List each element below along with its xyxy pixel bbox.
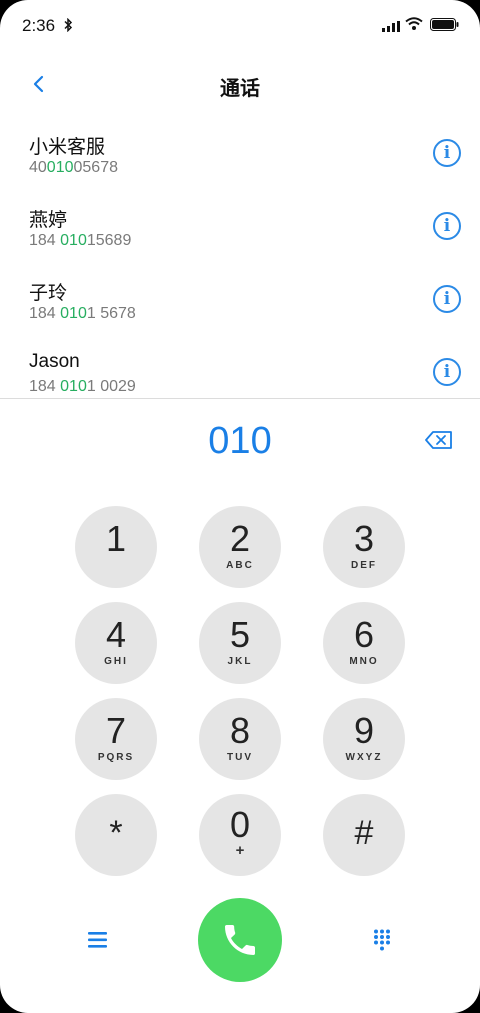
info-icon[interactable]: i bbox=[433, 212, 461, 240]
divider bbox=[0, 398, 480, 399]
signal-icon bbox=[382, 19, 400, 37]
contact-number: 184 01015689 bbox=[29, 232, 132, 249]
number-match-highlight: 010 bbox=[60, 305, 87, 322]
contact-item[interactable]: 小米客服 4001005678 i bbox=[0, 118, 480, 191]
key-digit: 0 bbox=[229, 804, 251, 845]
contact-number: 4001005678 bbox=[29, 159, 118, 176]
key-1[interactable]: 1 bbox=[75, 506, 157, 588]
status-bar: 2:36 bbox=[0, 0, 480, 52]
contact-number: 184 0101 0029 bbox=[29, 378, 136, 395]
key-digit: 8 bbox=[229, 710, 251, 751]
key-digit: 3 bbox=[353, 518, 375, 559]
key-3[interactable]: 3 DEF bbox=[323, 506, 405, 588]
key-letters: DEF bbox=[351, 560, 377, 571]
dialer-screen: 2:36 通话 小米客服 4001005678 i 燕婷 184 0101568… bbox=[0, 0, 480, 1013]
key-letters: JKL bbox=[227, 656, 253, 667]
battery-icon bbox=[430, 18, 460, 36]
dialpad-icon[interactable] bbox=[370, 928, 394, 952]
menu-icon[interactable] bbox=[86, 929, 110, 951]
key-2[interactable]: 2 ABC bbox=[199, 506, 281, 588]
key-9[interactable]: 9 WXYZ bbox=[323, 698, 405, 780]
key-letters: GHI bbox=[104, 656, 128, 667]
contact-suggestions-list: 小米客服 4001005678 i 燕婷 184 01015689 i 子玲 1… bbox=[0, 118, 480, 398]
number-match-highlight: 010 bbox=[46, 159, 74, 176]
status-time: 2:36 bbox=[22, 16, 56, 35]
contact-name: Jason bbox=[29, 351, 80, 372]
key-letters: TUV bbox=[227, 752, 253, 763]
key-6[interactable]: 6 MNO bbox=[323, 602, 405, 684]
info-icon[interactable]: i bbox=[433, 358, 461, 386]
contact-item[interactable]: 燕婷 184 01015689 i bbox=[0, 191, 480, 264]
key-4[interactable]: 4 GHI bbox=[75, 602, 157, 684]
key-8[interactable]: 8 TUV bbox=[199, 698, 281, 780]
phone-icon bbox=[225, 925, 255, 955]
key-star[interactable]: * bbox=[75, 794, 157, 876]
key-digit: 2 bbox=[229, 518, 251, 559]
key-digit: 1 bbox=[105, 518, 127, 559]
key-letters: ABC bbox=[226, 560, 254, 571]
key-letters: MNO bbox=[349, 656, 379, 667]
key-digit: 7 bbox=[105, 710, 127, 751]
key-digit: 6 bbox=[353, 614, 375, 655]
number-match-highlight: 010 bbox=[60, 378, 87, 395]
header: 通话 bbox=[0, 60, 480, 108]
key-hash[interactable]: # bbox=[323, 794, 405, 876]
page-title: 通话 bbox=[220, 78, 260, 100]
key-digit: 4 bbox=[105, 614, 127, 655]
key-digit: 9 bbox=[353, 710, 375, 751]
key-5[interactable]: 5 JKL bbox=[199, 602, 281, 684]
key-digit: * bbox=[109, 814, 123, 852]
wifi-icon bbox=[405, 17, 423, 35]
contact-item[interactable]: 子玲 184 0101 5678 i bbox=[0, 264, 480, 337]
backspace-icon[interactable] bbox=[425, 430, 453, 455]
bluetooth-icon bbox=[63, 17, 73, 37]
contact-name: 子玲 bbox=[29, 283, 68, 304]
key-digit: # bbox=[354, 814, 374, 852]
key-letters: PQRS bbox=[97, 752, 135, 763]
info-icon[interactable]: i bbox=[433, 285, 461, 313]
contact-name: 燕婷 bbox=[29, 210, 68, 231]
contact-name: 小米客服 bbox=[29, 137, 106, 158]
info-icon[interactable]: i bbox=[433, 139, 461, 167]
key-digit: 5 bbox=[229, 614, 251, 655]
key-7[interactable]: 7 PQRS bbox=[75, 698, 157, 780]
contact-item[interactable]: Jason 184 0101 0029 i bbox=[0, 337, 480, 398]
number-match-highlight: 010 bbox=[60, 232, 87, 249]
dialed-number: 010 bbox=[208, 420, 272, 462]
call-button[interactable] bbox=[198, 898, 282, 982]
contact-number: 184 0101 5678 bbox=[29, 305, 136, 322]
key-letters: WXYZ bbox=[345, 752, 383, 763]
key-letters: + bbox=[235, 842, 245, 859]
key-0[interactable]: 0 + bbox=[199, 794, 281, 876]
